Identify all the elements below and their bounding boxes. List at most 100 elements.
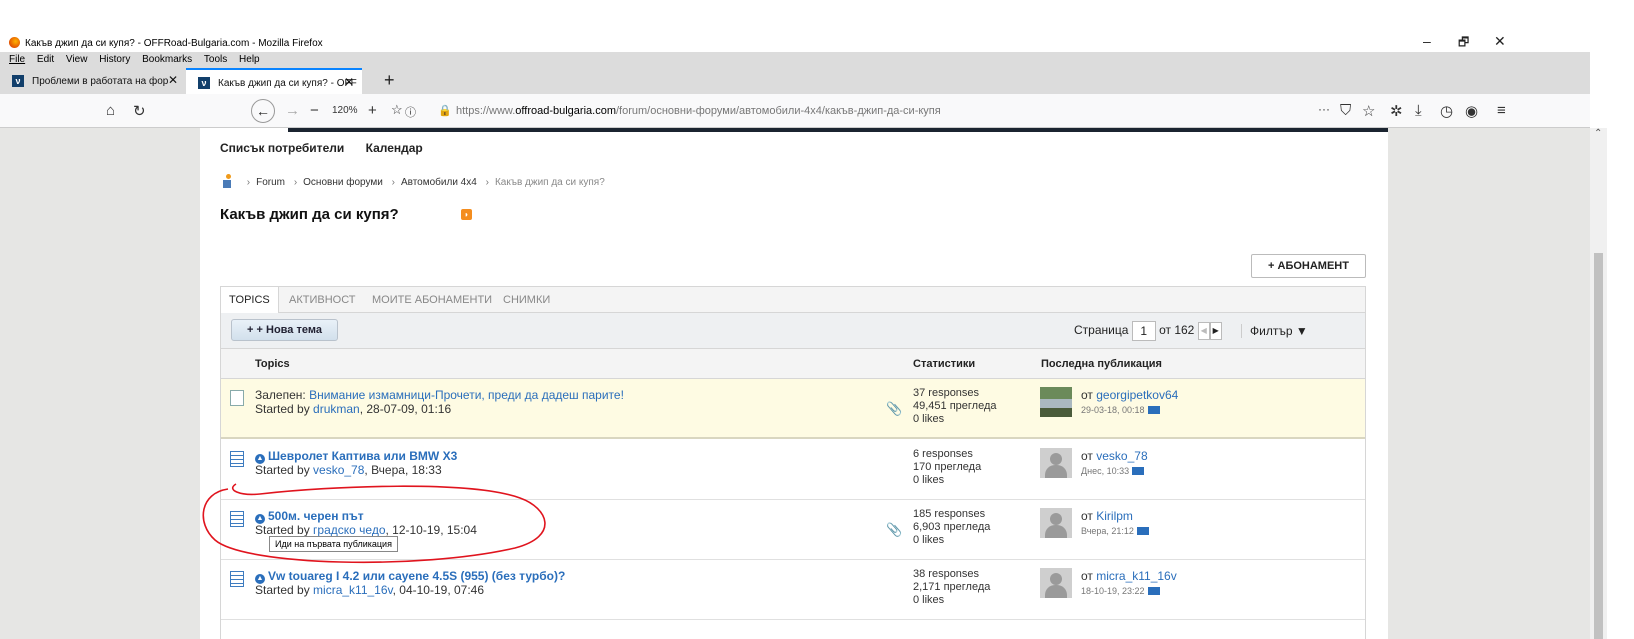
views-count: 49,451 прегледа <box>913 400 997 412</box>
topic-title-line: ▲ Vw touareg I 4.2 или cayene 4.5S (955) … <box>255 569 565 584</box>
last-post-date: Вчера, 21:12 <box>1081 526 1134 536</box>
reload-icon[interactable]: ↻ <box>133 102 146 120</box>
account-icon[interactable]: ◉ <box>1465 102 1478 120</box>
table-row[interactable]: ▲ Vw touareg I 4.2 или cayene 4.5S (955) … <box>221 560 1365 620</box>
avatar[interactable] <box>1040 568 1072 598</box>
go-to-post-icon[interactable] <box>1136 527 1149 535</box>
last-post-user-link[interactable]: vesko_78 <box>1096 449 1147 463</box>
avatar[interactable] <box>1040 387 1072 417</box>
col-topics: Topics <box>255 358 290 370</box>
menu-bookmarks[interactable]: Bookmarks <box>142 54 192 65</box>
breadcrumb-main-forums[interactable]: Основни форуми <box>303 177 383 188</box>
breadcrumb-forum[interactable]: Forum <box>256 177 285 188</box>
menu-help[interactable]: Help <box>239 54 260 65</box>
menu-view[interactable]: View <box>66 54 88 65</box>
topic-title-link[interactable]: Внимание измамници-Прочети, преди да дад… <box>309 388 624 402</box>
topic-title-line: Залепен: Внимание измамници-Прочети, пре… <box>255 388 624 402</box>
topic-document-icon <box>230 390 244 406</box>
close-window-button[interactable]: ✕ <box>1494 33 1506 50</box>
table-row[interactable]: ▲ Шевролет Каптива или BMW X3 Started by … <box>221 440 1365 500</box>
menu-edit[interactable]: Edit <box>37 54 54 65</box>
tab-photos[interactable]: СНИМКИ <box>503 287 550 313</box>
url-field[interactable]: https://www.offroad-bulgaria.com/forum/о… <box>456 105 941 117</box>
bookmark-star-icon[interactable]: ☆ <box>1362 102 1375 120</box>
zoom-level[interactable]: 120% <box>332 105 358 116</box>
started-by-label: Started by <box>255 583 314 597</box>
menu-file[interactable]: File <box>9 54 25 65</box>
topic-date: , 28-07-09, 01:16 <box>359 402 452 416</box>
last-post-user-link[interactable]: Kirilpm <box>1096 509 1133 523</box>
nav-calendar[interactable]: Календар <box>366 141 423 155</box>
scrollbar-thumb[interactable] <box>1594 253 1603 639</box>
topic-started-by: Started by градско чедо, 12-10-19, 15:04 <box>255 523 477 537</box>
site-favicon-icon: ν <box>12 75 24 87</box>
topic-title-line: ▲ 500м. черен път <box>255 509 364 524</box>
back-button[interactable]: ← <box>251 99 275 123</box>
tab-topics[interactable]: TOPICS <box>221 287 279 314</box>
subscribe-button[interactable]: + АБОНАМЕНТ <box>1251 254 1366 278</box>
topic-stats: 6 responses 170 прегледа 0 likes <box>913 448 981 487</box>
browser-tab-problems[interactable]: ν Проблеми в работата на фор ✕ <box>0 68 186 94</box>
last-post-user-link[interactable]: georgipetkov64 <box>1096 388 1178 402</box>
avatar[interactable] <box>1040 448 1072 478</box>
author-link[interactable]: vesko_78 <box>313 463 364 477</box>
sticky-prefix: Залепен: <box>255 388 310 402</box>
menu-history[interactable]: History <box>99 54 130 65</box>
next-page-icon[interactable]: ▶ <box>1209 322 1222 340</box>
last-post-user-link[interactable]: micra_k11_16v <box>1096 569 1176 583</box>
hamburger-menu-icon[interactable]: ≡ <box>1497 102 1506 119</box>
go-to-post-icon[interactable] <box>1132 467 1145 475</box>
nav-member-list[interactable]: Списък потребители <box>220 141 344 155</box>
topic-document-icon <box>230 511 244 527</box>
forward-icon[interactable]: → <box>285 102 300 119</box>
browser-tab-active[interactable]: ν Какъв джип да си купя? - OFF ✕ <box>186 68 362 94</box>
scroll-up-icon[interactable]: ⌃ <box>1594 128 1602 139</box>
tab-bar: ν Проблеми в работата на фор ✕ ν Какъв д… <box>0 68 1590 94</box>
page-scrollbar[interactable]: ⌃ <box>1590 128 1607 639</box>
author-link[interactable]: drukman <box>313 402 360 416</box>
new-topic-button[interactable]: + + Нова тема <box>231 319 338 341</box>
new-tab-button[interactable]: + <box>384 70 395 91</box>
pocket-icon[interactable]: ⛉ <box>1340 102 1351 119</box>
topic-title-link[interactable]: Шевролет Каптива или BMW X3 <box>268 449 457 463</box>
filter-dropdown[interactable]: Филтър ▼ <box>1241 324 1308 338</box>
go-to-post-icon[interactable] <box>1147 587 1160 595</box>
col-stats: Статистики <box>913 358 976 370</box>
home-icon[interactable] <box>220 174 234 188</box>
prev-page-icon[interactable]: ◀ <box>1197 322 1210 340</box>
topic-title-link[interactable]: Vw touareg I 4.2 или cayene 4.5S (955) (… <box>268 569 565 583</box>
page-viewport: Списък потребители Календар › Forum › Осно… <box>0 128 1590 639</box>
author-link[interactable]: градско чедо <box>313 523 385 537</box>
close-tab-icon[interactable]: ✕ <box>168 73 178 87</box>
table-row[interactable]: ▲ 500м. черен път Started by градско чедо… <box>221 500 1365 560</box>
menu-tools[interactable]: Tools <box>204 54 227 65</box>
tab-my-subscriptions[interactable]: МОИТЕ АБОНАМЕНТИ <box>372 287 492 313</box>
last-post: от Kirilpm Вчера, 21:12 <box>1081 509 1149 538</box>
go-to-post-icon[interactable] <box>1147 406 1160 414</box>
page-number-input[interactable]: 1 <box>1131 321 1156 341</box>
info-icon[interactable]: ⓘ <box>405 104 416 120</box>
topic-date: , 04-10-19, 07:46 <box>392 583 485 597</box>
breadcrumb-4x4-cars[interactable]: Автомобили 4x4 <box>401 177 477 188</box>
tab-activity[interactable]: АКТИВНОСТ <box>289 287 356 313</box>
topic-document-icon <box>230 571 244 587</box>
home-icon[interactable]: ⌂ <box>106 102 115 119</box>
zoom-in-icon[interactable]: + <box>368 102 377 119</box>
author-link[interactable]: micra_k11_16v <box>313 583 393 597</box>
restore-button[interactable]: 🗗 <box>1458 33 1469 54</box>
zoom-out-icon[interactable]: − <box>310 102 319 119</box>
col-last-post: Последна публикация <box>1041 358 1162 370</box>
page-actions-icon[interactable]: ··· <box>1318 102 1330 116</box>
avatar[interactable] <box>1040 508 1072 538</box>
minimize-button[interactable]: – <box>1423 33 1431 49</box>
tooltip: Иди на първата публикация <box>269 536 398 552</box>
window-title: Какъв джип да си купя? - OFFRoad-Bulgari… <box>25 38 323 49</box>
history-icon[interactable]: ◷ <box>1440 102 1453 120</box>
table-row[interactable]: Залепен: Внимание измамници-Прочети, пре… <box>221 379 1365 439</box>
bookmark-star-outline-icon[interactable]: ☆ <box>391 102 403 118</box>
extension-icon[interactable]: ✲ <box>1390 102 1403 120</box>
topic-title-link[interactable]: 500м. черен път <box>268 509 364 523</box>
download-icon[interactable]: ⤓ <box>1415 102 1422 119</box>
close-tab-icon[interactable]: ✕ <box>344 75 354 89</box>
rss-icon[interactable]: ◗ <box>461 209 472 220</box>
